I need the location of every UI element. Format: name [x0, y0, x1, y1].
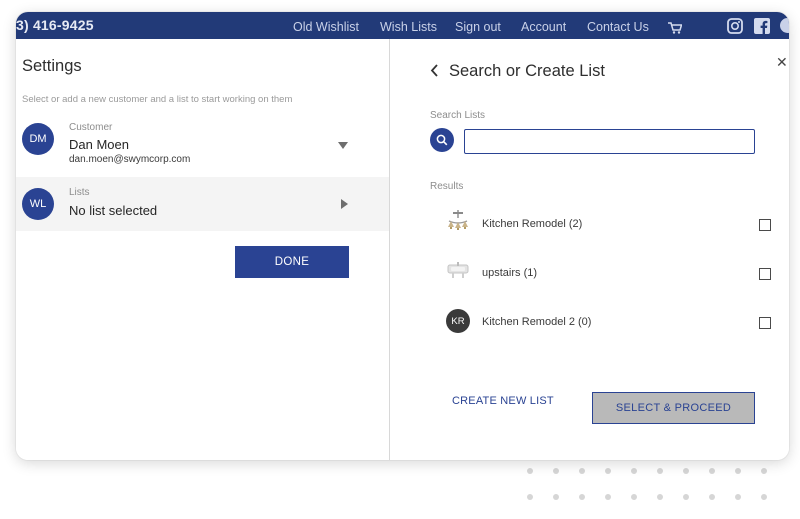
- top-navigation-bar: 3) 416-9425 Old Wishlist Wish Lists Sign…: [16, 12, 789, 39]
- customer-selector[interactable]: DM Customer Dan Moen dan.moen@swymcorp.c…: [16, 109, 389, 177]
- nav-link-wish-lists[interactable]: Wish Lists: [380, 20, 437, 34]
- dot: [631, 468, 637, 474]
- dot: [657, 494, 663, 500]
- result-label: Kitchen Remodel 2 (0): [482, 316, 592, 328]
- dot: [709, 494, 715, 500]
- nav-link-old-wishlist[interactable]: Old Wishlist: [293, 20, 359, 34]
- customer-label: Customer: [69, 122, 113, 133]
- dot: [761, 468, 767, 474]
- panel-title: Search or Create List: [449, 62, 605, 80]
- customer-name: Dan Moen: [69, 137, 129, 152]
- dot: [605, 468, 611, 474]
- caret-right-icon[interactable]: [341, 199, 348, 209]
- results-label: Results: [430, 181, 464, 192]
- done-button[interactable]: DONE: [235, 246, 349, 278]
- dot: [527, 468, 533, 474]
- dot: [579, 494, 585, 500]
- facebook-icon[interactable]: [754, 18, 770, 39]
- nav-link-sign-out[interactable]: Sign out: [455, 20, 501, 34]
- search-icon[interactable]: [430, 128, 454, 152]
- customer-email: dan.moen@swymcorp.com: [69, 154, 191, 165]
- dot: [605, 494, 611, 500]
- dot: [553, 468, 559, 474]
- search-create-list-panel: Search or Create List ✕ Search Lists Res…: [390, 39, 789, 460]
- result-checkbox[interactable]: [759, 268, 771, 280]
- customer-avatar: DM: [22, 123, 54, 155]
- select-and-proceed-button[interactable]: SELECT & PROCEED: [592, 392, 755, 424]
- decorative-dot-grid: [520, 462, 790, 512]
- list-avatar: WL: [22, 188, 54, 220]
- dot: [527, 494, 533, 500]
- search-lists-label: Search Lists: [430, 110, 486, 121]
- result-label: upstairs (1): [482, 267, 538, 279]
- caret-down-icon[interactable]: [338, 142, 348, 149]
- dot: [735, 494, 741, 500]
- lists-label: Lists: [69, 187, 90, 198]
- dot: [709, 468, 715, 474]
- sink-thumbnail-icon: [446, 258, 470, 282]
- search-lists-input[interactable]: [464, 129, 755, 154]
- cart-icon[interactable]: [668, 21, 683, 39]
- dot: [683, 468, 689, 474]
- result-checkbox[interactable]: [759, 317, 771, 329]
- dot: [735, 468, 741, 474]
- settings-hint: Select or add a new customer and a list …: [22, 94, 293, 105]
- chandelier-thumbnail-icon: [446, 209, 470, 233]
- settings-pane: Settings Select or add a new customer an…: [16, 39, 389, 460]
- app-window: 3) 416-9425 Old Wishlist Wish Lists Sign…: [16, 12, 789, 460]
- dot: [631, 494, 637, 500]
- dot: [683, 494, 689, 500]
- phone-number: 3) 416-9425: [16, 17, 94, 33]
- chevron-left-icon[interactable]: [430, 64, 439, 82]
- result-checkbox[interactable]: [759, 219, 771, 231]
- nav-link-contact-us[interactable]: Contact Us: [587, 20, 649, 34]
- list-selector[interactable]: WL Lists No list selected: [16, 177, 389, 231]
- result-avatar: KR: [446, 309, 470, 333]
- social-icon[interactable]: [780, 18, 789, 33]
- settings-title: Settings: [22, 57, 82, 75]
- nav-link-account[interactable]: Account: [521, 20, 566, 34]
- selected-list-value: No list selected: [69, 203, 158, 218]
- create-new-list-button[interactable]: CREATE NEW LIST: [452, 395, 554, 407]
- result-label: Kitchen Remodel (2): [482, 218, 583, 230]
- dot: [579, 468, 585, 474]
- dot: [761, 494, 767, 500]
- close-icon[interactable]: ✕: [776, 55, 788, 69]
- instagram-icon[interactable]: [727, 18, 743, 39]
- dot: [553, 494, 559, 500]
- dot: [657, 468, 663, 474]
